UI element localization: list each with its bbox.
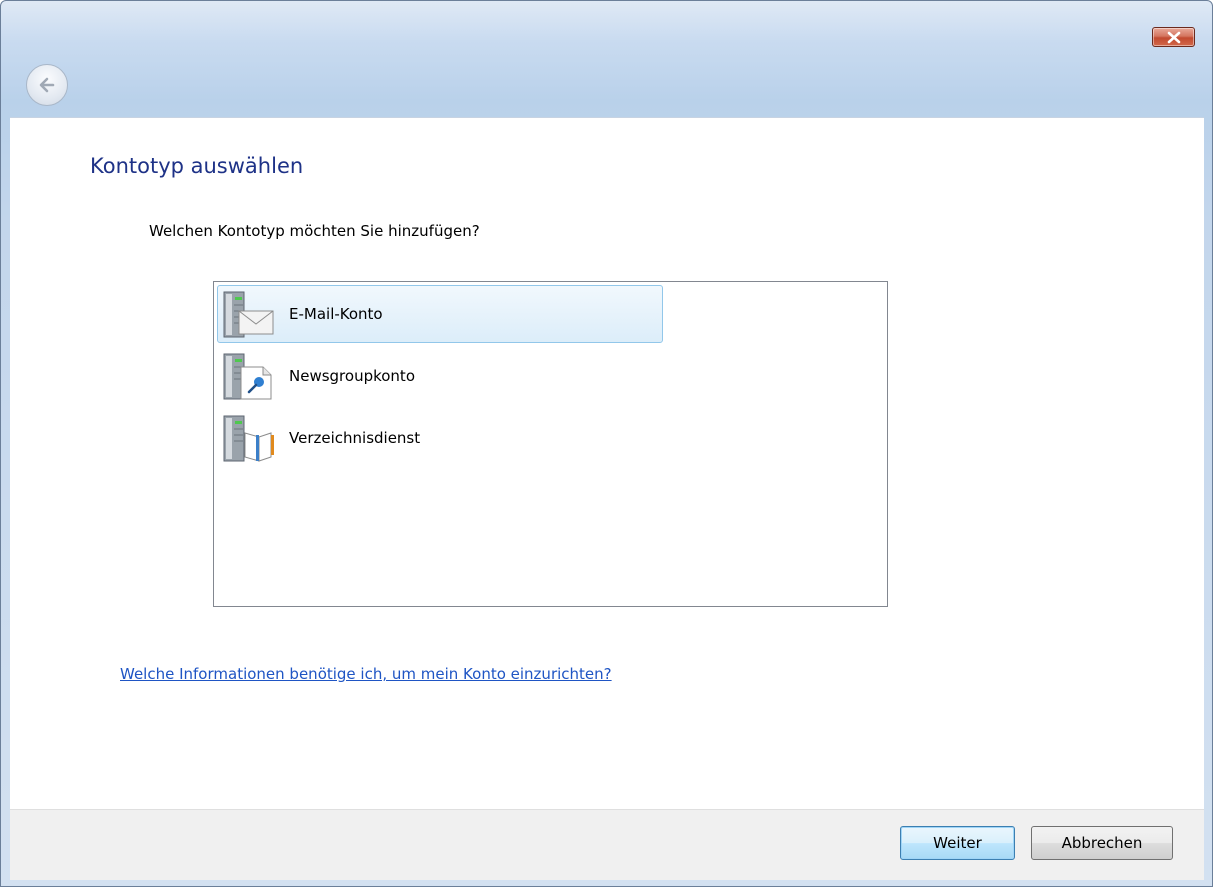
back-button[interactable]	[26, 64, 68, 106]
question-label: Welchen Kontotyp möchten Sie hinzufügen?	[149, 222, 480, 240]
button-bar: Weiter Abbrechen	[10, 809, 1204, 880]
close-icon	[1167, 31, 1181, 44]
page-title: Kontotyp auswählen	[90, 154, 304, 178]
content-area: Kontotyp auswählen Welchen Kontotyp möch…	[10, 117, 1204, 809]
help-link-account-info[interactable]: Welche Informationen benötige ich, um me…	[120, 665, 612, 683]
wizard-window: Kontotyp auswählen Welchen Kontotyp möch…	[0, 0, 1213, 887]
next-button[interactable]: Weiter	[900, 826, 1015, 860]
list-item-newsgroup-account[interactable]: Newsgroupkonto	[217, 347, 663, 405]
list-item-label: E-Mail-Konto	[289, 305, 383, 323]
list-item-directory-service[interactable]: Verzeichnisdienst	[217, 409, 663, 467]
directory-server-icon	[223, 415, 274, 462]
newsgroup-server-icon	[223, 353, 272, 400]
list-item-label: Newsgroupkonto	[289, 367, 415, 385]
close-button[interactable]	[1152, 27, 1195, 47]
mail-server-icon	[223, 291, 274, 338]
list-item-label: Verzeichnisdienst	[289, 429, 421, 447]
account-type-list[interactable]: E-Mail-Konto Newsgroupkonto Verzeichnisd…	[213, 281, 888, 607]
cancel-button[interactable]: Abbrechen	[1031, 826, 1173, 860]
back-arrow-icon	[39, 77, 55, 93]
list-item-email-account[interactable]: E-Mail-Konto	[217, 285, 663, 343]
